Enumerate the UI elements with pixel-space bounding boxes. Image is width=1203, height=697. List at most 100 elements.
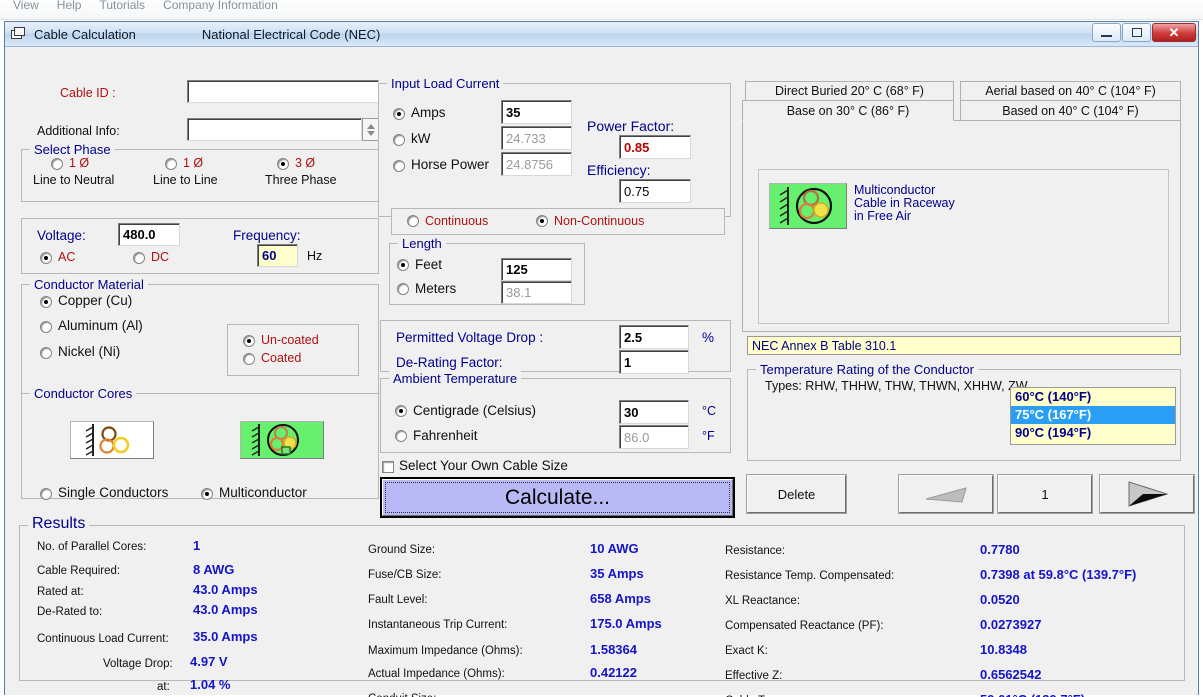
phase-line-to-neutral-symbol: 1 Ø <box>69 156 90 170</box>
duty-continuous-radio[interactable] <box>407 215 419 227</box>
ambient-celsius-radio[interactable] <box>395 405 407 417</box>
length-meters-input[interactable] <box>501 281 572 304</box>
tab-base-30c-label: Base on 30° C (86° F) <box>786 103 910 118</box>
ambient-celsius-input[interactable] <box>619 400 689 424</box>
material-aluminum-radio[interactable] <box>40 321 52 333</box>
result-value-fault-level: 658 Amps <box>590 591 651 606</box>
result-value-exact-k: 10.8348 <box>980 642 1027 657</box>
window-title: Cable Calculation <box>34 26 136 42</box>
record-number-label: 1 <box>1041 486 1049 502</box>
additional-info-spinner[interactable] <box>362 118 379 141</box>
load-amps-input[interactable] <box>501 100 572 124</box>
ambient-fahrenheit-radio[interactable] <box>395 430 407 442</box>
temperature-option-75c[interactable]: 75°C (167°F) <box>1011 406 1175 424</box>
temperature-rating-title: Temperature Rating of the Conductor <box>756 362 978 377</box>
load-horsepower-radio[interactable] <box>393 160 405 172</box>
previous-record-button[interactable] <box>898 474 994 514</box>
cable-id-input[interactable] <box>187 80 379 103</box>
efficiency-input[interactable] <box>619 179 691 203</box>
load-horsepower-label: Horse Power <box>411 157 490 172</box>
ambient-fahrenheit-input[interactable] <box>619 425 689 449</box>
voltage-dc-radio[interactable] <box>133 252 145 264</box>
de-rating-factor-input[interactable] <box>619 350 689 374</box>
record-number-button[interactable]: 1 <box>997 474 1093 514</box>
length-feet-radio[interactable] <box>397 259 409 271</box>
menu-item-view[interactable]: View <box>4 0 48 15</box>
material-copper-label: Copper (Cu) <box>58 293 133 308</box>
menu-item-company-information[interactable]: Company Information <box>154 0 287 15</box>
phase-line-to-neutral-radio[interactable] <box>51 158 63 170</box>
voltage-ac-label: AC <box>58 250 76 264</box>
load-amps-radio[interactable] <box>393 108 405 120</box>
close-button[interactable]: ✕ <box>1152 23 1196 42</box>
tab-direct-buried[interactable]: Direct Buried 20° C (68° F) <box>745 81 954 100</box>
permitted-voltage-drop-input[interactable] <box>619 325 689 349</box>
delete-button[interactable]: Delete <box>746 474 847 514</box>
coating-coated-radio[interactable] <box>243 353 255 365</box>
multiconductor-radio[interactable] <box>201 488 213 500</box>
result-value-resistance-temp-compensated: 0.7398 at 59.8°C (139.7°F) <box>980 567 1137 582</box>
load-kw-input[interactable] <box>501 126 572 150</box>
window-subtitle: National Electrical Code (NEC) <box>201 26 381 42</box>
load-horsepower-input[interactable] <box>501 152 572 176</box>
multiconductor-icon[interactable] <box>240 421 324 459</box>
phase-line-to-line-symbol: 1 Ø <box>183 156 204 170</box>
background-menubar: View Help Tutorials Company Information <box>0 0 1203 20</box>
single-conductors-icon[interactable] <box>70 421 154 459</box>
voltage-input[interactable] <box>118 223 180 246</box>
multiconductor-raceway-icon[interactable] <box>769 183 847 229</box>
permitted-voltage-drop-label: Permitted Voltage Drop : <box>396 330 544 345</box>
minimize-button[interactable] <box>1092 23 1121 42</box>
duty-non-continuous-radio[interactable] <box>536 215 548 227</box>
duty-non-continuous-label: Non-Continuous <box>554 214 645 228</box>
tab-aerial-40c[interactable]: Aerial based on 40° C (104° F) <box>960 81 1181 100</box>
maximize-button[interactable] <box>1122 23 1151 42</box>
voltage-ac-radio[interactable] <box>40 252 52 264</box>
tab-based-40c[interactable]: Based on 40° C (104° F) <box>960 100 1181 121</box>
phase-line-to-line-radio[interactable] <box>165 158 177 170</box>
maximize-icon <box>1131 28 1142 37</box>
additional-info-input[interactable] <box>187 118 362 141</box>
result-value-cable-required: 8 AWG <box>193 562 235 577</box>
temperature-rating-types: Types: RHW, THHW, THW, THWN, XHHW, ZW <box>765 379 1028 393</box>
result-label-fuse-cb-size: Fuse/CB Size: <box>368 569 442 581</box>
select-own-cable-size-checkbox[interactable] <box>382 461 394 473</box>
results-title: Results <box>28 515 90 533</box>
ambient-temperature-title: Ambient Temperature <box>389 371 522 386</box>
single-conductors-radio[interactable] <box>40 488 52 500</box>
length-feet-input[interactable] <box>501 258 572 281</box>
next-arrow-icon <box>1128 481 1169 507</box>
coating-uncoated-radio[interactable] <box>243 335 255 347</box>
result-label-compensated-reactance: Compensated Reactance (PF): <box>725 620 884 632</box>
temperature-option-90c[interactable]: 90°C (194°F) <box>1011 424 1175 442</box>
phase-three-phase-radio[interactable] <box>277 158 289 170</box>
temperature-option-60c[interactable]: 60°C (140°F) <box>1011 388 1175 406</box>
voltage-label: Voltage: <box>37 228 86 243</box>
menu-item-help[interactable]: Help <box>48 0 91 15</box>
previous-arrow-icon <box>925 487 967 503</box>
next-record-button[interactable] <box>1099 474 1195 514</box>
load-amps-label: Amps <box>411 105 446 120</box>
load-kw-radio[interactable] <box>393 134 405 146</box>
phase-three-phase-symbol: 3 Ø <box>295 156 316 170</box>
calculate-focus-ring <box>385 482 730 513</box>
power-factor-input[interactable] <box>619 135 691 159</box>
select-own-cable-size-label: Select Your Own Cable Size <box>399 458 568 473</box>
temperature-rating-listbox[interactable]: 60°C (140°F) 75°C (167°F) 90°C (194°F) <box>1010 387 1176 445</box>
result-label-actual-impedance: Actual Impedance (Ohms): <box>368 668 505 680</box>
voltage-group <box>21 218 379 274</box>
result-value-de-rated-to: 43.0 Amps <box>193 602 258 617</box>
menu-item-tutorials[interactable]: Tutorials <box>90 0 154 15</box>
phase-line-to-neutral-caption: Line to Neutral <box>33 173 115 187</box>
tab-base-30c[interactable]: Base on 30° C (86° F) <box>742 100 954 121</box>
result-label-conduit-size: Conduit Size: <box>368 693 436 697</box>
result-value-ground-size: 10 AWG <box>590 541 639 556</box>
result-value-xl-reactance: 0.0520 <box>980 592 1020 607</box>
material-copper-radio[interactable] <box>40 296 52 308</box>
result-value-voltage-drop: 4.97 V <box>190 654 228 669</box>
material-nickel-radio[interactable] <box>40 347 52 359</box>
reference-note: NEC Annex B Table 310.1 <box>747 336 1181 355</box>
calculate-button[interactable]: Calculate... <box>380 477 735 518</box>
length-meters-radio[interactable] <box>397 283 409 295</box>
frequency-input[interactable] <box>257 244 298 267</box>
